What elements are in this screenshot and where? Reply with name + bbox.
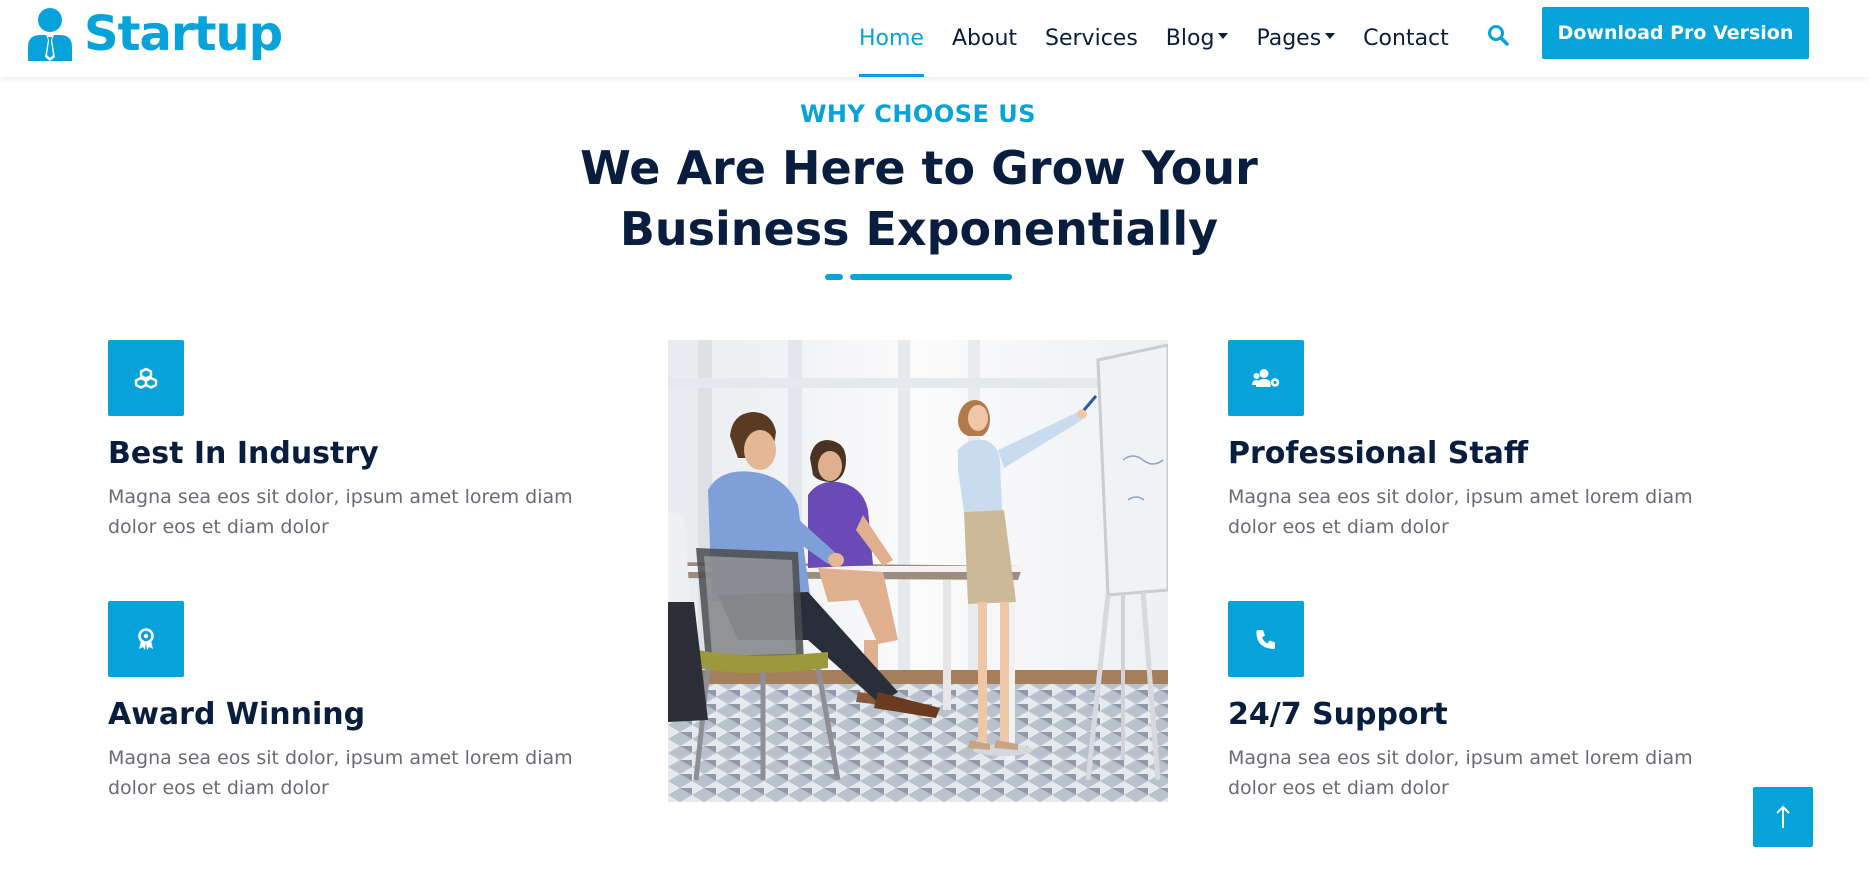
feature-icon-box [1228, 601, 1304, 677]
nav-item-label: Home [859, 26, 924, 51]
nav-item-contact[interactable]: Contact [1349, 0, 1463, 77]
feature-title: 24/7 Support [1228, 697, 1448, 732]
section-title-line-1: We Are Here to Grow Your [580, 141, 1258, 195]
feature-title: Award Winning [108, 697, 366, 732]
feature-title: Professional Staff [1228, 436, 1529, 471]
caret-down-icon [1325, 32, 1336, 39]
nav-item-label: Blog [1165, 26, 1215, 51]
feature-icon-box [1228, 340, 1304, 416]
title-divider-line [850, 274, 1012, 280]
user-tie-icon [28, 8, 72, 61]
feature-description: Magna sea eos sit dolor, ipsum amet lore… [1228, 486, 1693, 538]
brand-logo-link[interactable]: Startup [26, 4, 283, 64]
feature-icon-box [108, 340, 184, 416]
feature-best-in-industry: Best In Industry Magna sea eos sit dolor… [108, 340, 628, 542]
search-icon [1488, 25, 1509, 46]
phone-icon [1256, 630, 1275, 649]
cubes-icon [134, 367, 158, 389]
nav-item-services[interactable]: Services [1031, 0, 1152, 77]
nav-item-blog[interactable]: Blog [1152, 0, 1243, 77]
users-cog-icon [1252, 369, 1280, 387]
feature-professional-staff: Professional Staff Magna sea eos sit dol… [1228, 340, 1748, 542]
nav-item-label: Contact [1363, 26, 1449, 51]
feature-award-winning: Award Winning Magna sea eos sit dolor, i… [108, 601, 628, 803]
feature-support: 24/7 Support Magna sea eos sit dolor, ip… [1228, 601, 1748, 803]
feature-icon-box [108, 601, 184, 677]
section-title: We Are Here to Grow Your Business Expone… [434, 138, 1404, 260]
feature-description: Magna sea eos sit dolor, ipsum amet lore… [1228, 747, 1693, 799]
team-meeting-photo [668, 340, 1168, 802]
nav-item-label: About [951, 26, 1018, 51]
caret-down-icon [1218, 32, 1229, 39]
search-button[interactable] [1483, 20, 1513, 50]
download-pro-button[interactable]: Download Pro Version [1542, 7, 1809, 59]
nav-item-home[interactable]: Home [845, 0, 938, 77]
navbar: Startup Home About Services Blog Pages C… [0, 0, 1869, 77]
feature-description: Magna sea eos sit dolor, ipsum amet lore… [108, 486, 573, 538]
main-nav: Home About Services Blog Pages Contact [845, 0, 1463, 77]
office-meeting-illustration [668, 340, 1168, 802]
brand-name: Startup [84, 6, 283, 62]
nav-item-label: Services [1045, 26, 1138, 51]
back-to-top-button[interactable] [1753, 787, 1813, 847]
feature-description: Magna sea eos sit dolor, ipsum amet lore… [108, 747, 573, 799]
award-icon [138, 628, 154, 650]
nav-item-label: Pages [1256, 26, 1322, 51]
nav-item-pages[interactable]: Pages [1242, 0, 1349, 77]
nav-item-about[interactable]: About [938, 0, 1031, 77]
section-subtitle: WHY CHOOSE US [799, 100, 1037, 128]
arrow-up-icon [1776, 805, 1790, 828]
title-divider-dot [825, 274, 843, 280]
section-title-line-2: Business Exponentially [619, 202, 1219, 256]
feature-title: Best In Industry [108, 436, 379, 471]
